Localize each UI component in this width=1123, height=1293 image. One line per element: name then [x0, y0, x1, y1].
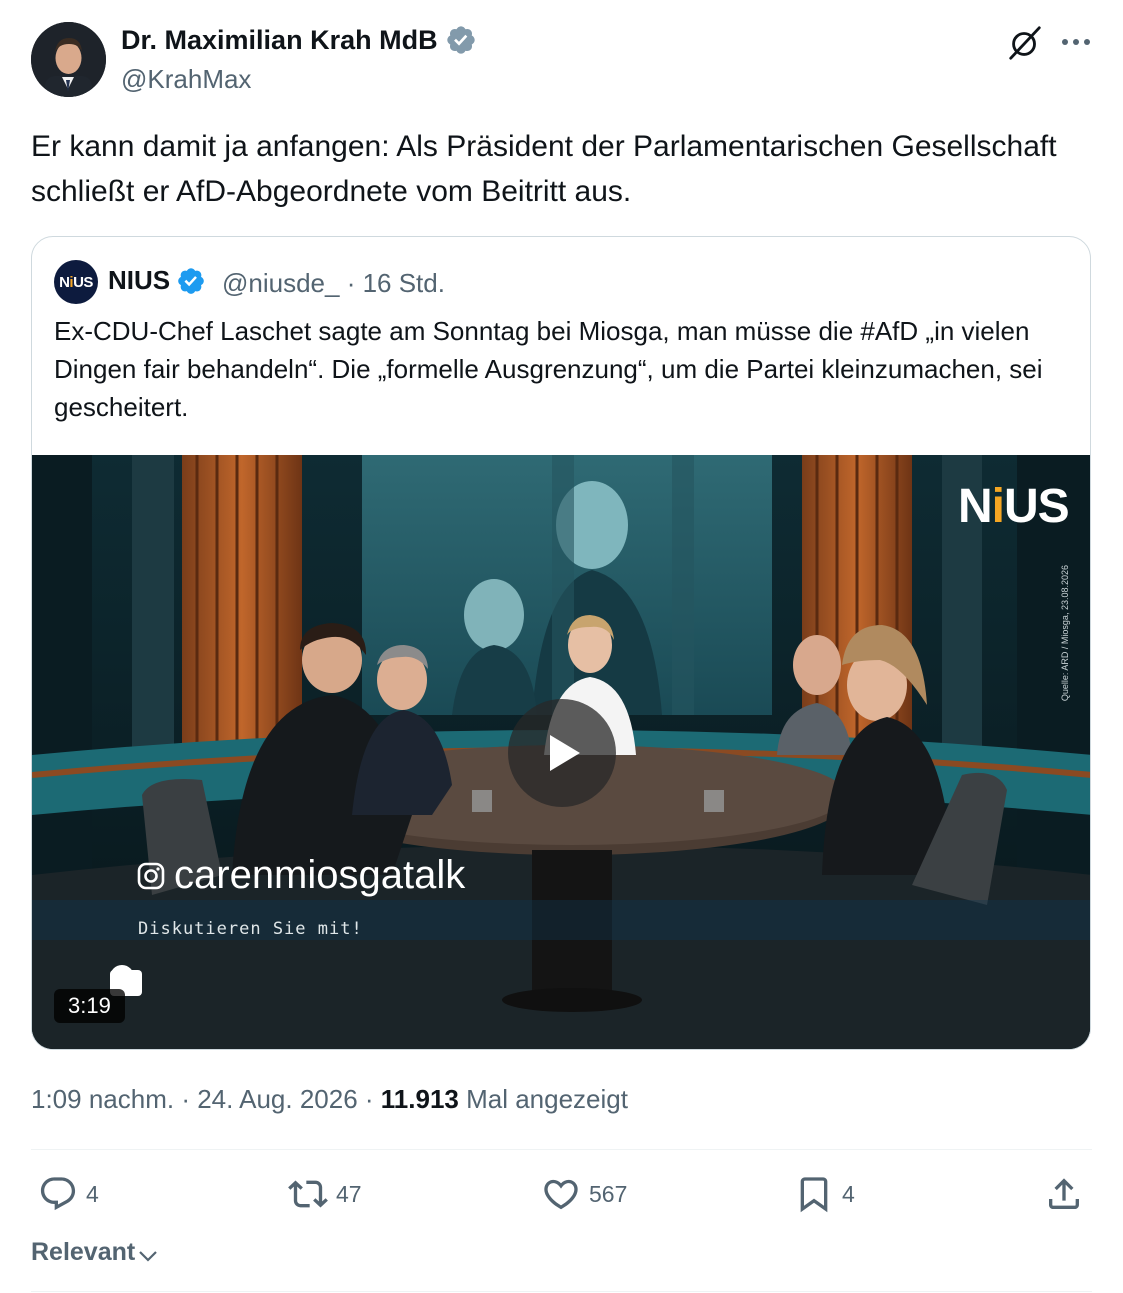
views-count: 11.913: [380, 1084, 459, 1114]
reply-button[interactable]: 4: [38, 1172, 99, 1216]
tweet-text: Er kann damit ja anfangen: Als Präsident…: [31, 130, 1057, 208]
sort-replies-dropdown[interactable]: Relevant: [31, 1238, 159, 1267]
divider: [31, 1291, 1092, 1292]
bookmark-button[interactable]: 4: [794, 1172, 855, 1216]
verified-badge-icon: [178, 267, 204, 294]
quote-author-name[interactable]: NIUS: [108, 265, 206, 296]
video-source-credit: Quelle: ARD / Miosga, 23.08.2026: [1060, 565, 1070, 702]
bookmark-icon: [800, 1177, 828, 1213]
quote-author-name-text[interactable]: NIUS: [108, 265, 170, 296]
repost-icon: [288, 1180, 328, 1208]
reply-count: 4: [86, 1180, 99, 1207]
tweet-timestamp[interactable]: 1:09 nachm. · 24. Aug. 2026 ·: [31, 1084, 381, 1114]
sort-label: Relevant: [31, 1238, 136, 1266]
like-button[interactable]: 567: [541, 1172, 627, 1216]
quote-avatar[interactable]: NiUS: [54, 260, 98, 304]
instagram-icon: [137, 862, 165, 889]
more-dots-icon[interactable]: [1059, 26, 1093, 60]
quote-avatar-logo: NiUS: [59, 273, 93, 291]
video-duration: 3:19: [54, 989, 125, 1023]
quote-text: Ex-CDU-Chef Laschet sagte am Sonntag bei…: [54, 316, 1043, 422]
share-button[interactable]: [1044, 1172, 1092, 1216]
play-button[interactable]: [508, 699, 616, 807]
reply-bubble-icon: [40, 1177, 76, 1211]
share-upload-icon: [1049, 1178, 1079, 1209]
author-avatar[interactable]: [31, 22, 106, 97]
instagram-handle: carenmiosgatalk: [136, 853, 465, 898]
author-handle[interactable]: @KrahMax: [121, 64, 251, 95]
author-name[interactable]: Dr. Maximilian Krah MdB: [121, 24, 477, 56]
instagram-handle-text: carenmiosgatalk: [174, 853, 466, 897]
views-label: Mal angezeigt: [458, 1084, 628, 1114]
author-name-text[interactable]: Dr. Maximilian Krah MdB: [121, 25, 438, 56]
quote-handle-time[interactable]: @niusde_ · 16 Std.: [222, 268, 445, 299]
discuss-caption: Diskutieren Sie mit!: [138, 919, 363, 939]
repost-count: 47: [336, 1180, 362, 1207]
grok-icon[interactable]: [1006, 24, 1044, 62]
divider: [31, 1149, 1092, 1150]
heart-icon: [544, 1179, 578, 1210]
bookmark-count: 4: [842, 1180, 855, 1207]
repost-button[interactable]: 47: [288, 1172, 362, 1216]
quoted-tweet-card[interactable]: NiUS NIUS @niusde_ · 16 Std. Ex-CDU-Chef…: [31, 236, 1091, 1050]
nius-watermark-logo: NiUS: [958, 480, 1070, 533]
chevron-down-icon: [139, 1250, 157, 1262]
play-icon: [550, 735, 580, 771]
verified-badge-icon: [446, 26, 475, 54]
video-player[interactable]: NiUS Quelle: ARD / Miosga, 23.08.2026 ca…: [32, 455, 1090, 1049]
tweet-meta: 1:09 nachm. · 24. Aug. 2026 · 11.913 Mal…: [31, 1084, 628, 1115]
like-count: 567: [589, 1180, 628, 1207]
